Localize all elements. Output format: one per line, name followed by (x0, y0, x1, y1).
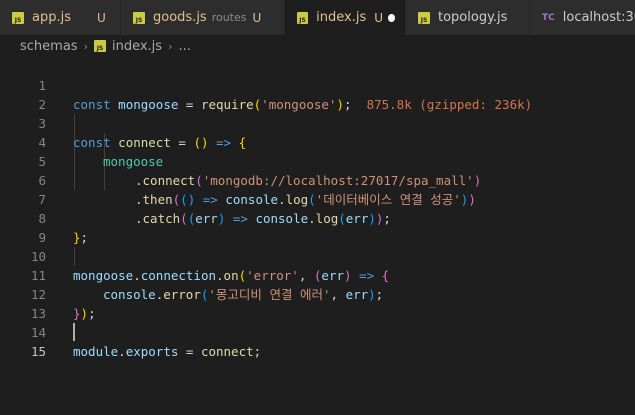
tab-topology-js[interactable]: topology.js (406, 0, 530, 35)
tab-index-js[interactable]: index.js U (285, 0, 406, 35)
breadcrumb-folder[interactable]: schemas (20, 39, 78, 54)
js-file-icon (12, 11, 24, 25)
breadcrumb: schemas › index.js › ... (0, 35, 635, 57)
text-cursor (73, 323, 75, 341)
code-line: 11 console.error('몽고디비 연결 에러', err); (0, 247, 635, 302)
breadcrumb-symbol[interactable]: ... (178, 39, 190, 54)
js-file-icon (133, 11, 145, 25)
tab-goods-js[interactable]: goods.js routes U (121, 0, 285, 35)
tab-label: index.js (316, 10, 367, 25)
code-line: 4 mongoose (0, 114, 635, 169)
code-line: 2 (0, 76, 635, 112)
chevron-right-icon: › (168, 39, 173, 53)
js-file-icon (93, 40, 106, 53)
tab-app-js[interactable]: app.js U (0, 0, 121, 35)
untracked-badge: U (97, 10, 106, 25)
code-line: 1 const mongoose = require('mongoose'); … (0, 57, 635, 112)
tab-label: localhost:300 (562, 10, 635, 25)
breadcrumb-file[interactable]: index.js (112, 39, 162, 54)
tab-folder-hint: routes (211, 11, 247, 24)
tab-label: topology.js (438, 10, 508, 25)
code-line: 5 .connect('mongodb://localhost:27017/sp… (0, 133, 635, 188)
thunder-client-icon: TC (542, 12, 555, 23)
js-file-icon (418, 11, 430, 25)
code-line: 14 module.exports = connect; (0, 304, 635, 359)
chevron-right-icon: › (83, 39, 88, 53)
code-line: 3 const connect = () => { (0, 95, 635, 150)
tab-label: app.js (32, 10, 71, 25)
tab-thunder-client[interactable]: TC localhost:300 (530, 0, 635, 35)
code-line: 10 mongoose.connection.on('error', (err)… (0, 228, 635, 283)
code-line: 13 (0, 285, 635, 321)
line-number: 15 (30, 344, 46, 359)
code-line: 6 .then(() => console.log('데이터베이스 연결 성공'… (0, 152, 635, 207)
code-line: 9 (0, 209, 635, 245)
code-line: 12 }); (0, 266, 635, 321)
unsaved-dot-icon[interactable] (387, 13, 395, 22)
code-line: 8 }; (0, 190, 635, 245)
code-text: module.exports = connect; (73, 344, 262, 359)
editor-tab-bar: app.js U goods.js routes U index.js U to… (0, 0, 635, 35)
code-editor[interactable]: 1 const mongoose = require('mongoose'); … (0, 57, 635, 415)
untracked-badge: U (252, 10, 262, 25)
code-line-current: 15 (0, 323, 635, 359)
js-file-icon (297, 11, 308, 25)
untracked-badge: U (374, 10, 384, 25)
tab-label: goods.js (153, 10, 207, 25)
code-line: 7 .catch((err) => console.log(err)); (0, 171, 635, 226)
